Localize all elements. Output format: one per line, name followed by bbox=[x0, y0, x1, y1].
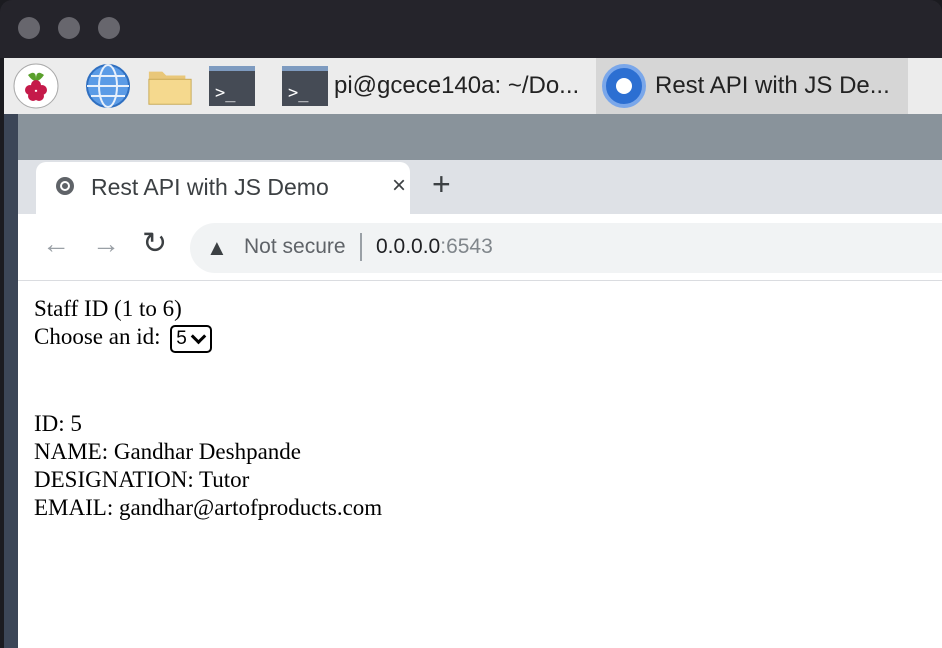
warning-triangle-icon[interactable]: ▲ bbox=[206, 235, 228, 261]
terminal-icon: >_ bbox=[282, 66, 328, 106]
browser-toolbar: ← → ↻ ▲ Not secure 0.0.0.0:6543 bbox=[18, 214, 942, 281]
staff-designation-line: DESIGNATION: Tutor bbox=[34, 467, 250, 492]
chromium-icon bbox=[602, 64, 646, 108]
new-tab-button[interactable]: + bbox=[432, 166, 451, 203]
security-indicator[interactable]: Not secure bbox=[244, 235, 346, 259]
zoom-window-button[interactable] bbox=[98, 17, 120, 39]
back-arrow-icon[interactable]: ← bbox=[42, 228, 70, 260]
staff-id-line: ID: 5 bbox=[34, 411, 82, 436]
url-port: :6543 bbox=[440, 235, 493, 258]
address-separator bbox=[360, 233, 362, 261]
globe-favicon-icon bbox=[56, 177, 74, 195]
page-content: Staff ID (1 to 6) Choose an id: 5 ID: 5 … bbox=[18, 281, 942, 648]
staff-id-heading: Staff ID (1 to 6) bbox=[34, 296, 182, 321]
window-decoration-bar bbox=[18, 114, 942, 160]
address-bar[interactable]: ▲ Not secure 0.0.0.0:6543 bbox=[190, 223, 942, 273]
globe-browser-icon[interactable] bbox=[84, 62, 132, 110]
taskbar: >_ >_ pi@gcece140a: ~/Do... Rest API wit… bbox=[4, 58, 942, 115]
taskbar-browser-window[interactable]: Rest API with JS De... bbox=[596, 58, 908, 114]
raspberry-menu-icon[interactable] bbox=[12, 62, 60, 110]
tab-title: Rest API with JS Demo bbox=[91, 174, 329, 200]
url-text[interactable]: 0.0.0.0:6543 bbox=[376, 235, 493, 259]
id-select-row: Choose an id: 5 bbox=[34, 323, 212, 353]
minimize-window-button[interactable] bbox=[58, 17, 80, 39]
chevron-down-icon bbox=[190, 328, 207, 344]
folder-icon[interactable] bbox=[146, 62, 194, 110]
select-value: 5 bbox=[176, 327, 187, 349]
tab-rest-api-demo[interactable]: Rest API with JS Demo × bbox=[36, 162, 410, 214]
close-window-button[interactable] bbox=[18, 17, 40, 39]
staff-email-line: EMAIL: gandhar@artofproducts.com bbox=[34, 495, 383, 520]
forward-arrow-icon[interactable]: → bbox=[92, 228, 120, 260]
url-host: 0.0.0.0 bbox=[376, 235, 441, 258]
taskbar-terminal-window[interactable]: >_ pi@gcece140a: ~/Do... bbox=[282, 58, 592, 114]
close-tab-icon[interactable]: × bbox=[392, 172, 406, 200]
id-select[interactable]: 5 bbox=[170, 324, 212, 353]
terminal-task-label: pi@gcece140a: ~/Do... bbox=[334, 72, 580, 99]
tab-strip: Rest API with JS Demo × + bbox=[18, 160, 942, 214]
staff-name-line: NAME: Gandhar Deshpande bbox=[34, 439, 301, 464]
terminal-launcher-icon[interactable]: >_ bbox=[208, 62, 256, 110]
select-label: Choose an id: bbox=[34, 324, 161, 349]
reload-icon[interactable]: ↻ bbox=[142, 226, 167, 261]
browser-task-label: Rest API with JS De... bbox=[655, 72, 890, 99]
window-titlebar bbox=[0, 0, 942, 58]
